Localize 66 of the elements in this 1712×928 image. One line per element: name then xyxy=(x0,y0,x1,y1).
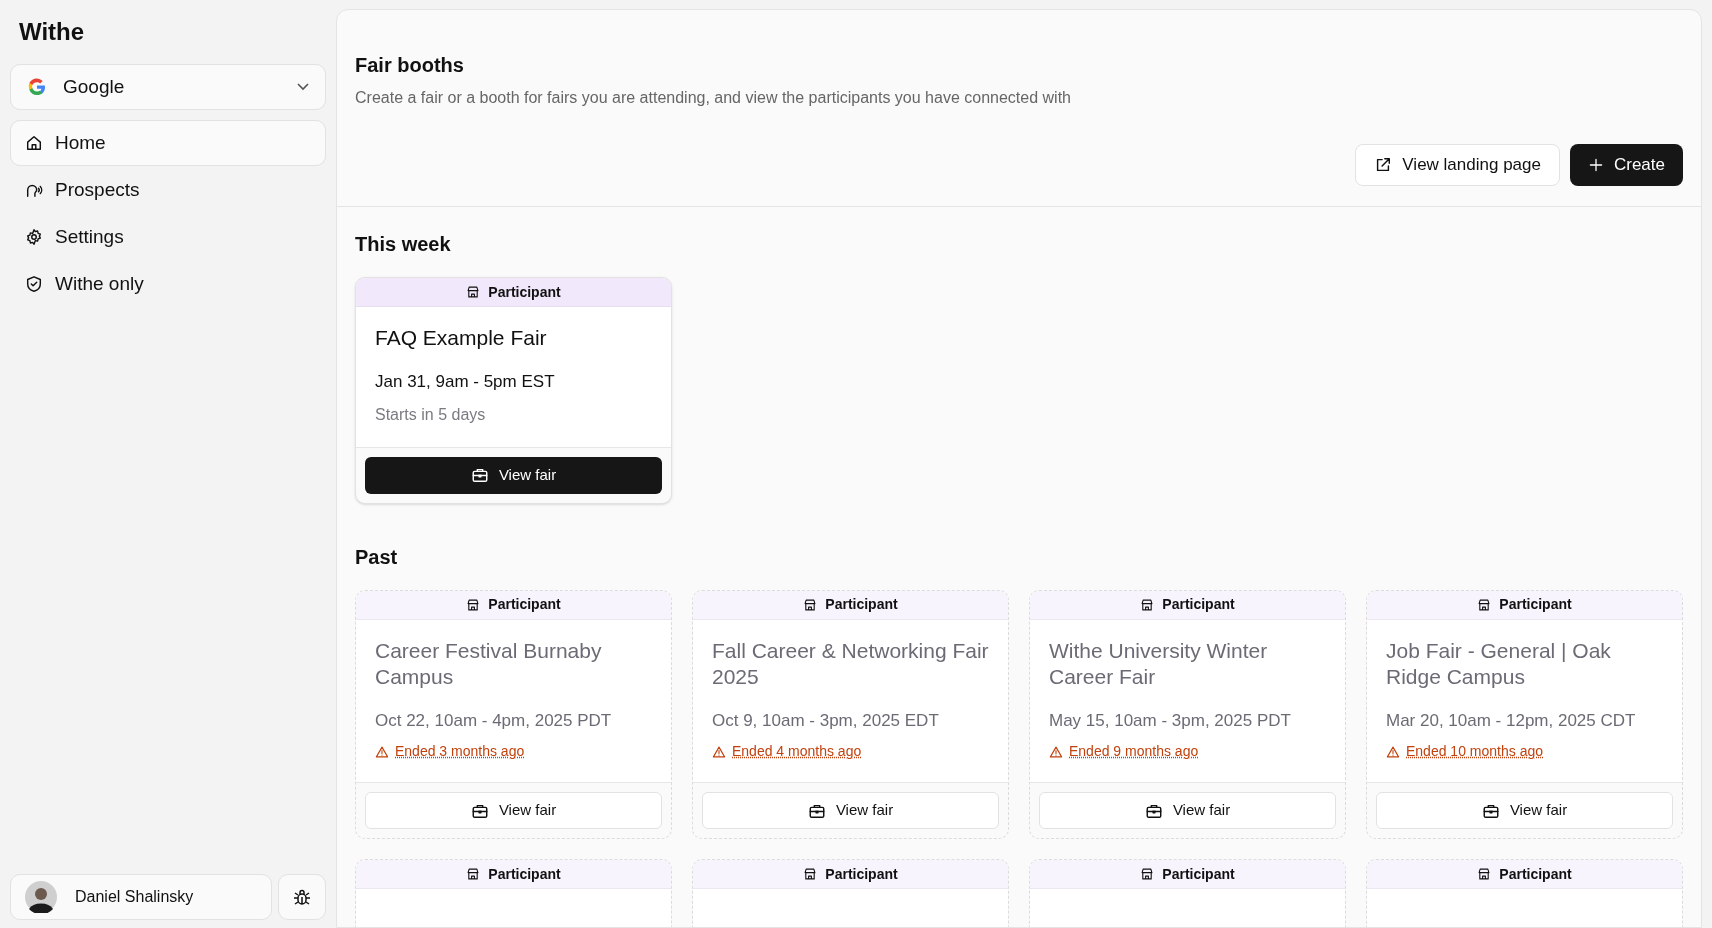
warning-icon xyxy=(375,744,389,759)
role-label: Participant xyxy=(488,282,561,302)
storefront-icon xyxy=(803,867,818,881)
fair-title: Fall Career & Networking Fair 2025 xyxy=(712,637,989,690)
role-label: Participant xyxy=(1499,595,1572,614)
home-icon xyxy=(25,134,43,152)
view-fair-button[interactable]: View fair xyxy=(365,792,662,829)
user-profile-button[interactable]: Daniel Shalinsky xyxy=(10,874,272,920)
external-link-icon xyxy=(1374,156,1393,174)
page-title: Fair booths xyxy=(355,53,465,78)
fair-status: Ended 9 months ago xyxy=(1069,742,1199,761)
organization-dropdown[interactable]: Google xyxy=(10,64,326,110)
fair-title: Withe University Winter Career Fair xyxy=(1049,637,1269,690)
role-label: Participant xyxy=(488,864,561,884)
google-logo-icon xyxy=(27,77,47,97)
fair-title: Career Festival Burnaby Campus xyxy=(375,637,603,690)
view-fair-button[interactable]: View fair xyxy=(1376,792,1673,829)
create-button[interactable]: Create xyxy=(1569,144,1683,186)
role-label: Participant xyxy=(488,595,561,614)
gear-icon xyxy=(25,228,43,246)
storefront-icon xyxy=(1140,867,1155,881)
storefront-icon xyxy=(466,597,481,612)
fair-date: Jan 31, 9am - 5pm EST xyxy=(375,371,556,393)
bug-report-button[interactable] xyxy=(278,874,326,920)
nav-item[interactable]: Withe only xyxy=(10,261,326,307)
nav-item[interactable]: Settings xyxy=(10,214,326,260)
brand-name: Withe xyxy=(18,17,86,47)
fair-date: Mar 20, 10am - 12pm, 2025 CDT xyxy=(1386,709,1637,732)
fair-date: Oct 9, 10am - 3pm, 2025 EDT xyxy=(712,709,940,732)
fair-status: Starts in 5 days xyxy=(375,404,486,425)
plus-icon xyxy=(1587,157,1604,173)
fair-status: Ended 4 months ago xyxy=(732,742,862,761)
chevron-down-icon xyxy=(297,83,309,91)
shield-check-icon xyxy=(25,275,43,293)
role-label: Participant xyxy=(1162,595,1235,614)
storefront-icon xyxy=(466,867,481,881)
view-landing-page-button[interactable]: View landing page xyxy=(1355,144,1560,186)
section-heading: Past xyxy=(355,544,399,570)
warning-icon xyxy=(1049,744,1063,759)
view-fair-button[interactable]: View fair xyxy=(365,456,662,494)
nav-item[interactable]: Home xyxy=(10,120,326,166)
section-heading: This week xyxy=(355,232,452,257)
role-label: Participant xyxy=(825,864,898,884)
storefront-icon xyxy=(1140,597,1155,612)
fair-status: Ended 3 months ago xyxy=(395,742,525,761)
briefcase-icon xyxy=(470,466,489,484)
storefront-icon xyxy=(466,285,481,299)
nav-item[interactable]: Prospects xyxy=(10,167,326,213)
view-fair-button[interactable]: View fair xyxy=(702,792,999,829)
fair-status: Ended 10 months ago xyxy=(1406,742,1543,761)
view-fair-button[interactable]: View fair xyxy=(1039,792,1336,829)
role-label: Participant xyxy=(1162,864,1235,884)
storefront-icon xyxy=(1477,597,1492,612)
storefront-icon xyxy=(1477,867,1492,881)
role-label: Participant xyxy=(1499,864,1572,884)
fair-date: May 15, 10am - 3pm, 2025 PDT xyxy=(1049,709,1292,732)
warning-icon xyxy=(712,744,726,759)
fair-title: FAQ Example Fair xyxy=(375,325,548,351)
storefront-icon xyxy=(803,597,818,612)
warning-icon xyxy=(1386,744,1400,759)
page-subtitle: Create a fair or a booth for fairs you are attending, and view the participants you have connected with xyxy=(355,88,1072,108)
avatar xyxy=(25,881,57,913)
fair-date: Oct 22, 10am - 4pm, 2025 PDT xyxy=(375,709,613,732)
fair-title: Job Fair - General | Oak Ridge Campus xyxy=(1386,637,1612,690)
bug-icon xyxy=(293,888,311,906)
role-label: Participant xyxy=(825,595,898,614)
